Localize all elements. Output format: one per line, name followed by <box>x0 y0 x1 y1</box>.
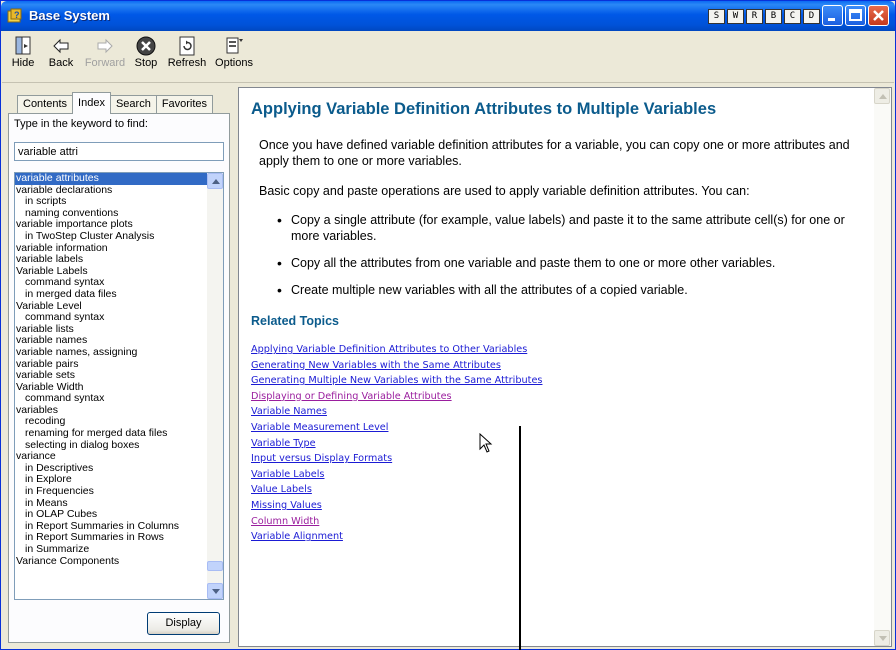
display-button[interactable]: Display <box>147 612 220 635</box>
topic-scroll-down-button[interactable] <box>874 630 890 646</box>
related-topics-list: Applying Variable Definition Attributes … <box>251 342 861 545</box>
close-icon <box>873 10 884 21</box>
refresh-button[interactable]: Refresh <box>166 35 208 69</box>
tab-contents[interactable]: Contents <box>17 95 74 114</box>
window-title: Base System <box>29 8 110 23</box>
help-window: ? Base System S W R B C D Hide Back Forw… <box>0 0 896 650</box>
help-book-icon: ? <box>7 8 22 23</box>
index-list-items: variable attributes variable declarations… <box>15 173 208 567</box>
keyword-label: Type in the keyword to find: <box>14 118 148 130</box>
svg-text:?: ? <box>14 10 20 20</box>
scroll-down-button[interactable] <box>207 583 223 599</box>
related-topic-link[interactable]: Generating New Variables with the Same A… <box>251 358 861 374</box>
bullet-item: Copy all the attributes from one variabl… <box>277 255 861 271</box>
mouse-pointer-icon <box>479 433 493 453</box>
topic-scroll-up-button[interactable] <box>874 88 890 104</box>
arrow-up-icon <box>212 179 220 184</box>
forward-label: Forward <box>84 57 126 69</box>
hide-label: Hide <box>11 57 35 69</box>
forward-button[interactable]: Forward <box>82 35 128 69</box>
related-topic-link[interactable]: Column Width <box>251 514 861 530</box>
b-button[interactable]: B <box>765 9 782 24</box>
bullet-item: Create multiple new variables with all t… <box>277 282 861 298</box>
tab-search[interactable]: Search <box>109 95 157 114</box>
related-topic-link[interactable]: Input versus Display Formats <box>251 451 861 467</box>
topic-scrollbar[interactable] <box>874 88 891 646</box>
s-button[interactable]: S <box>708 9 725 24</box>
navigation-pane: Contents Index Search Favorites Type in … <box>5 87 234 647</box>
refresh-icon <box>179 36 195 56</box>
related-topic-link[interactable]: Variable Type <box>251 436 861 452</box>
related-topic-link[interactable]: Displaying or Defining Variable Attribut… <box>251 389 861 405</box>
index-list-item[interactable]: in merged data files <box>15 288 208 301</box>
options-icon <box>226 37 243 54</box>
index-panel: Type in the keyword to find: variable at… <box>8 113 230 643</box>
vertical-divider-line <box>519 426 521 650</box>
arrow-up-icon <box>879 94 887 99</box>
tab-index[interactable]: Index <box>72 92 111 114</box>
index-list-item[interactable]: variable attributes <box>15 173 208 185</box>
index-list-item[interactable]: variable labels <box>15 254 208 266</box>
title-extra-buttons: S W R B C D <box>708 9 820 24</box>
related-topic-link[interactable]: Generating Multiple New Variables with t… <box>251 373 861 389</box>
refresh-label: Refresh <box>167 57 207 69</box>
hide-button[interactable]: Hide <box>6 35 40 69</box>
index-list-item[interactable]: command syntax <box>15 312 208 324</box>
r-button[interactable]: R <box>746 9 763 24</box>
topic-title: Applying Variable Definition Attributes … <box>251 100 717 118</box>
tab-favorites[interactable]: Favorites <box>155 95 214 114</box>
display-label: Display <box>165 617 202 629</box>
title-bar[interactable]: ? Base System S W R B C D <box>1 1 895 31</box>
related-topic-link[interactable]: Variable Labels <box>251 467 861 483</box>
c-button[interactable]: C <box>784 9 801 24</box>
index-list-item[interactable]: variable names, assigning <box>15 346 208 359</box>
related-topic-link[interactable]: Value Labels <box>251 482 861 498</box>
scroll-thumb[interactable] <box>207 561 223 571</box>
index-list-item[interactable]: variable sets <box>15 369 208 382</box>
back-button[interactable]: Back <box>44 35 78 69</box>
arrow-down-icon <box>879 636 887 641</box>
keyword-input[interactable] <box>14 142 224 161</box>
topic-content: Applying Variable Definition Attributes … <box>251 100 861 545</box>
maximize-icon <box>849 9 862 21</box>
w-button[interactable]: W <box>727 9 744 24</box>
index-list-scrollbar[interactable] <box>207 173 223 599</box>
copy-paste-paragraph: Basic copy and paste operations are used… <box>259 184 750 198</box>
related-topics-heading: Related Topics <box>251 314 339 328</box>
related-topic-link[interactable]: Missing Values <box>251 498 861 514</box>
index-list-item[interactable]: in Summarize <box>15 543 208 556</box>
related-topic-link[interactable]: Variable Names <box>251 404 861 420</box>
related-topic-link[interactable]: Applying Variable Definition Attributes … <box>251 342 861 358</box>
close-button[interactable] <box>868 5 889 26</box>
hide-pane-icon <box>15 36 31 55</box>
intro-paragraph: Once you have defined variable definitio… <box>259 138 850 168</box>
stop-label: Stop <box>134 57 158 69</box>
topic-pane: Applying Variable Definition Attributes … <box>238 87 892 650</box>
back-label: Back <box>48 57 74 69</box>
options-label: Options <box>215 57 253 69</box>
index-list[interactable]: variable attributes variable declarations… <box>14 172 224 600</box>
index-list-item[interactable]: renaming for merged data files <box>15 427 208 440</box>
d-button[interactable]: D <box>803 9 820 24</box>
arrow-down-icon <box>212 589 220 594</box>
index-list-item[interactable]: in Frequencies <box>15 485 208 498</box>
forward-arrow-icon <box>97 38 113 54</box>
bullet-item: Copy a single attribute (for example, va… <box>277 212 861 244</box>
stop-icon <box>136 36 156 56</box>
nav-tabs: Contents Index Search Favorites <box>17 92 214 114</box>
stop-button[interactable]: Stop <box>130 35 162 69</box>
index-list-item[interactable]: in TwoStep Cluster Analysis <box>15 230 208 243</box>
toolbar: Hide Back Forward Stop Refresh Options <box>2 31 894 83</box>
scroll-up-button[interactable] <box>207 173 223 189</box>
minimize-icon <box>828 18 835 21</box>
options-button[interactable]: Options <box>212 35 256 69</box>
index-list-item[interactable]: Variance Components <box>15 555 208 568</box>
back-arrow-icon <box>53 38 69 54</box>
related-topic-link[interactable]: Variable Measurement Level <box>251 420 861 436</box>
related-topic-link[interactable]: Variable Alignment <box>251 529 861 545</box>
bullet-list: Copy a single attribute (for example, va… <box>277 212 861 298</box>
minimize-button[interactable] <box>822 5 843 26</box>
maximize-button[interactable] <box>845 5 866 26</box>
